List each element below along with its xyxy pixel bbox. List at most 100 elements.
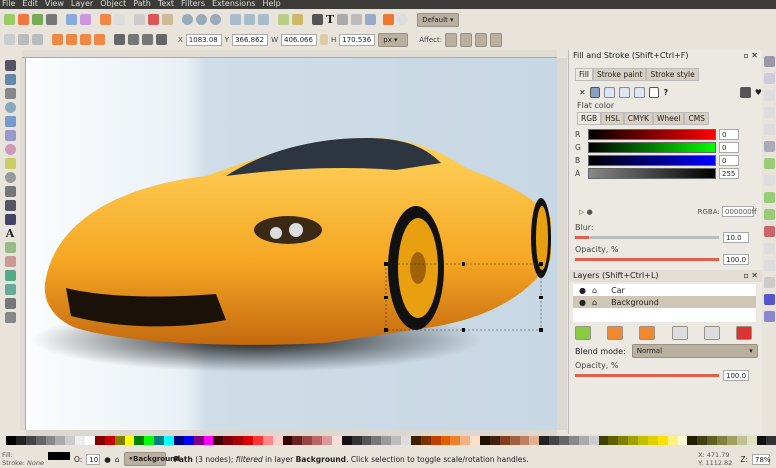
zoom-tool-icon[interactable] — [4, 102, 16, 113]
palette-swatch[interactable] — [509, 436, 520, 445]
copy-icon[interactable] — [134, 14, 145, 25]
rotate-ccw-icon[interactable] — [52, 34, 63, 45]
snap-center-icon[interactable] — [763, 243, 775, 254]
tweak-tool-icon[interactable] — [4, 88, 16, 99]
undo-icon[interactable] — [100, 14, 111, 25]
zoom-field[interactable]: 78% — [752, 453, 771, 465]
tab-cms[interactable]: CMS — [684, 112, 709, 125]
palette-swatch[interactable] — [707, 436, 717, 445]
palette-swatch[interactable] — [341, 436, 352, 445]
palette-swatch[interactable] — [331, 436, 342, 445]
blur-value[interactable]: 10.0 — [723, 232, 749, 243]
snap-midpoint-icon[interactable] — [763, 226, 775, 237]
palette-swatch[interactable] — [588, 436, 599, 445]
tab-fill[interactable]: Fill — [575, 68, 594, 81]
text-tool-icon[interactable]: A — [6, 228, 15, 239]
palette-swatch[interactable] — [657, 436, 668, 445]
eraser-tool-icon[interactable] — [4, 256, 16, 267]
layer-opacity-slider[interactable] — [575, 374, 719, 377]
unset-paint-icon[interactable]: ? — [663, 88, 668, 97]
palette-swatch[interactable] — [450, 436, 461, 445]
open-icon[interactable] — [18, 14, 29, 25]
deselect-icon[interactable] — [32, 34, 43, 45]
palette-swatch[interactable] — [598, 436, 609, 445]
vertical-scrollbar[interactable] — [557, 58, 567, 430]
a-value[interactable]: 255 — [719, 168, 739, 179]
group-icon[interactable] — [278, 14, 289, 25]
lock-icon[interactable]: ⌂ — [592, 286, 597, 295]
r-slider[interactable] — [588, 129, 716, 140]
palette-swatch[interactable] — [677, 436, 688, 445]
duplicate-icon[interactable] — [230, 14, 241, 25]
snap-toggle-icon[interactable] — [763, 56, 775, 67]
rotate-cw-icon[interactable] — [66, 34, 77, 45]
palette-swatch[interactable] — [45, 436, 56, 445]
palette-swatch[interactable] — [381, 436, 392, 445]
align-icon[interactable] — [365, 14, 377, 25]
move-layer-bottom-button[interactable] — [703, 326, 720, 340]
unlink-clone-icon[interactable] — [258, 14, 269, 25]
unit-dropdown[interactable]: px ▾ — [378, 32, 409, 47]
selector-tool-icon[interactable] — [4, 60, 16, 71]
flat-color-icon[interactable] — [589, 87, 601, 98]
palette-swatch[interactable] — [154, 436, 164, 445]
fill-swatch[interactable] — [47, 452, 70, 460]
palette-swatch[interactable] — [756, 436, 767, 445]
snap-smooth-icon[interactable] — [763, 209, 775, 220]
zoom-selection-icon[interactable] — [182, 14, 193, 25]
palette-swatch[interactable] — [726, 436, 737, 445]
palette-swatch[interactable] — [628, 436, 638, 445]
snap-bbox-corner-icon[interactable] — [763, 107, 775, 118]
palette-swatch[interactable] — [35, 436, 46, 445]
pen-tool-icon[interactable] — [4, 200, 16, 211]
menu-layer[interactable]: Layer — [71, 0, 93, 9]
palette-swatch[interactable] — [568, 436, 579, 445]
g-slider[interactable] — [588, 142, 716, 153]
linear-gradient-icon[interactable] — [604, 87, 616, 98]
palette-swatch[interactable] — [647, 436, 658, 445]
r-value[interactable]: 0 — [719, 129, 739, 140]
snap-intersections-icon[interactable] — [763, 175, 775, 186]
palette-swatch[interactable] — [223, 436, 234, 445]
opacity-value[interactable]: 100.0 — [723, 254, 749, 265]
select-all-icon[interactable] — [4, 34, 15, 45]
palette-swatch[interactable] — [460, 436, 471, 445]
move-layer-down-button[interactable] — [671, 326, 688, 340]
palette-swatch[interactable] — [351, 436, 362, 445]
palette-swatch[interactable] — [766, 436, 776, 445]
palette-swatch[interactable] — [282, 436, 293, 445]
visibility-icon[interactable]: ● — [104, 455, 111, 464]
palette-swatch[interactable] — [193, 436, 204, 445]
palette-swatch[interactable] — [124, 436, 135, 445]
tab-stroke-paint[interactable]: Stroke paint — [593, 68, 647, 81]
palette-swatch[interactable] — [638, 436, 648, 445]
palette-swatch[interactable] — [401, 436, 411, 445]
palette-swatch[interactable] — [499, 436, 510, 445]
palette-swatch[interactable] — [746, 436, 757, 445]
paste-icon[interactable] — [162, 14, 173, 25]
palette-swatch[interactable] — [312, 436, 322, 445]
snap-rotation-center-icon[interactable] — [763, 260, 775, 271]
text-tool-icon[interactable]: T — [326, 13, 334, 26]
b-value[interactable]: 0 — [719, 155, 739, 166]
bucket-tool-icon[interactable] — [4, 270, 16, 281]
tab-rgb[interactable]: RGB — [577, 112, 602, 125]
palette-swatch[interactable] — [549, 436, 559, 445]
visibility-icon[interactable]: ● — [579, 298, 586, 307]
palette-swatch[interactable] — [608, 436, 619, 445]
layer-opacity-value[interactable]: 100.0 — [723, 370, 749, 381]
opacity-slider[interactable] — [575, 258, 719, 261]
palette-swatch[interactable] — [410, 436, 421, 445]
palette-swatch[interactable] — [15, 436, 26, 445]
menu-extensions[interactable]: Extensions — [212, 0, 255, 9]
palette-swatch[interactable] — [65, 436, 76, 445]
palette-swatch[interactable] — [539, 436, 550, 445]
palette-swatch[interactable] — [203, 436, 214, 445]
tab-wheel[interactable]: Wheel — [652, 112, 685, 125]
palette-swatch[interactable] — [391, 436, 401, 445]
palette-swatch[interactable] — [114, 436, 125, 445]
blur-slider[interactable] — [575, 236, 719, 239]
raise-icon[interactable] — [128, 34, 139, 45]
calligraphy-tool-icon[interactable] — [4, 214, 16, 225]
palette-swatch[interactable] — [144, 436, 155, 445]
